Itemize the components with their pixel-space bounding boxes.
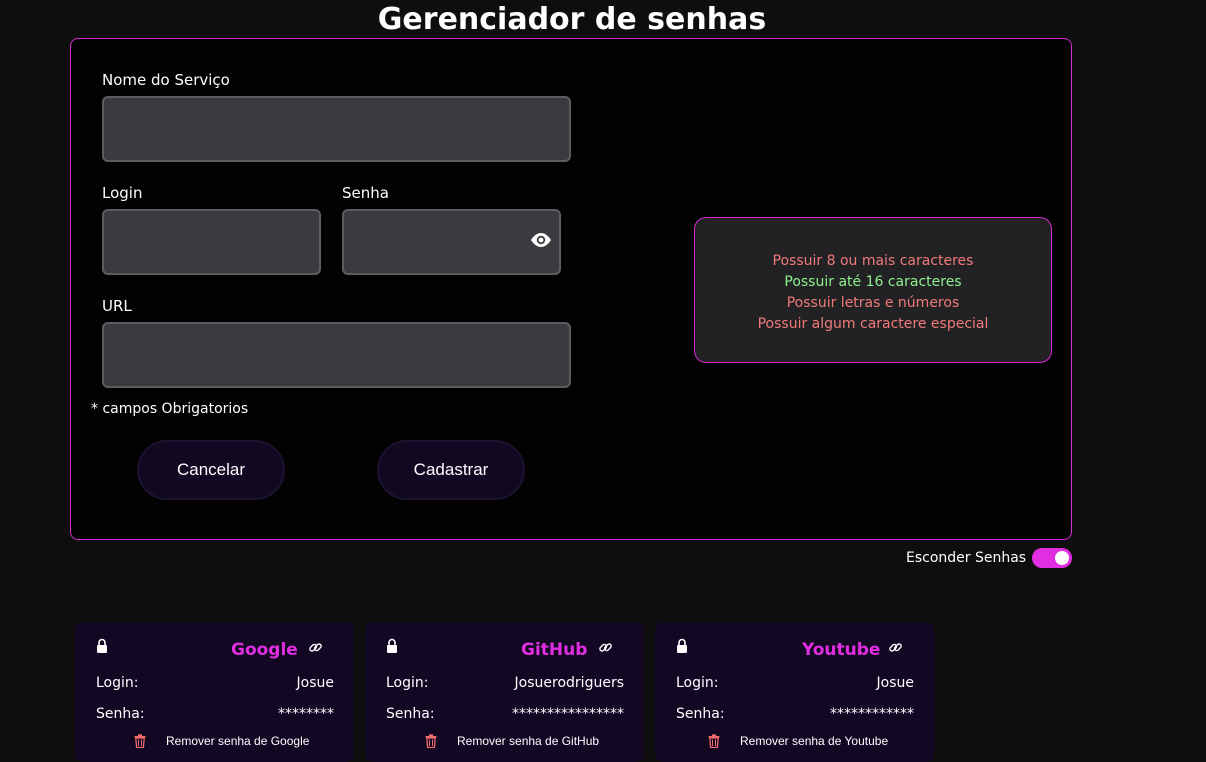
remove-password-label: Remover senha de Google <box>166 734 310 748</box>
login-value: Josuerodriguers <box>514 675 624 691</box>
login-value: Josue <box>296 675 334 691</box>
remove-password-button[interactable]: Remover senha de GitHub <box>425 734 599 748</box>
password-label: Senha <box>342 184 389 202</box>
password-card: Youtube Login: Josue Senha: ************… <box>655 622 934 762</box>
trash-icon <box>134 734 146 748</box>
lock-icon <box>677 638 687 653</box>
link-icon[interactable] <box>308 640 323 655</box>
rule-letters-numbers: Possuir letras e números <box>786 295 960 311</box>
password-form: Nome do Serviço Login Senha URL * campos… <box>70 38 1072 540</box>
service-name: Google <box>231 640 298 660</box>
rule-max-length: Possuir até 16 caracteres <box>784 274 962 290</box>
trash-icon <box>708 734 720 748</box>
remove-password-label: Remover senha de Youtube <box>740 734 889 748</box>
trash-icon <box>425 734 437 748</box>
link-icon[interactable] <box>598 640 613 655</box>
password-rules-box: Possuir 8 ou mais caracteres Possuir até… <box>694 217 1052 363</box>
password-value: ******** <box>278 706 334 722</box>
service-name: Youtube <box>802 640 881 660</box>
eye-icon[interactable] <box>529 232 553 248</box>
url-label: URL <box>102 297 132 315</box>
service-name-label: Nome do Serviço <box>102 71 230 89</box>
service-name: GitHub <box>521 640 588 660</box>
page-title: Gerenciador de senhas <box>377 2 767 37</box>
cancel-button[interactable]: Cancelar <box>137 440 285 500</box>
password-card: Google Login: Josue Senha: ******** Remo… <box>75 622 354 762</box>
login-label: Login <box>102 184 143 202</box>
hide-passwords-label: Esconder Senhas <box>906 550 1027 566</box>
password-value: **************** <box>512 706 624 722</box>
service-name-input[interactable] <box>102 96 571 162</box>
lock-icon <box>387 638 397 653</box>
password-row-label: Senha: <box>386 706 435 722</box>
rule-min-length: Possuir 8 ou mais caracteres <box>772 253 974 269</box>
login-input[interactable] <box>102 209 321 275</box>
link-icon[interactable] <box>888 640 903 655</box>
toggle-knob <box>1055 551 1070 565</box>
password-row-label: Senha: <box>96 706 145 722</box>
login-value: Josue <box>876 675 914 691</box>
hide-passwords-control: Esconder Senhas <box>906 547 1073 569</box>
password-value: ************ <box>830 706 914 722</box>
hide-passwords-toggle[interactable] <box>1032 548 1073 568</box>
rule-special-char: Possuir algum caractere especial <box>757 316 989 332</box>
url-input[interactable] <box>102 322 571 388</box>
required-fields-note: * campos Obrigatorios <box>91 401 249 417</box>
remove-password-button[interactable]: Remover senha de Youtube <box>708 734 888 748</box>
submit-button[interactable]: Cadastrar <box>377 440 525 500</box>
password-row-label: Senha: <box>676 706 725 722</box>
password-card: GitHub Login: Josuerodriguers Senha: ***… <box>365 622 644 762</box>
remove-password-label: Remover senha de GitHub <box>457 734 600 748</box>
lock-icon <box>97 638 107 653</box>
login-row-label: Login: <box>676 675 719 691</box>
remove-password-button[interactable]: Remover senha de Google <box>134 734 309 748</box>
login-row-label: Login: <box>96 675 139 691</box>
login-row-label: Login: <box>386 675 429 691</box>
